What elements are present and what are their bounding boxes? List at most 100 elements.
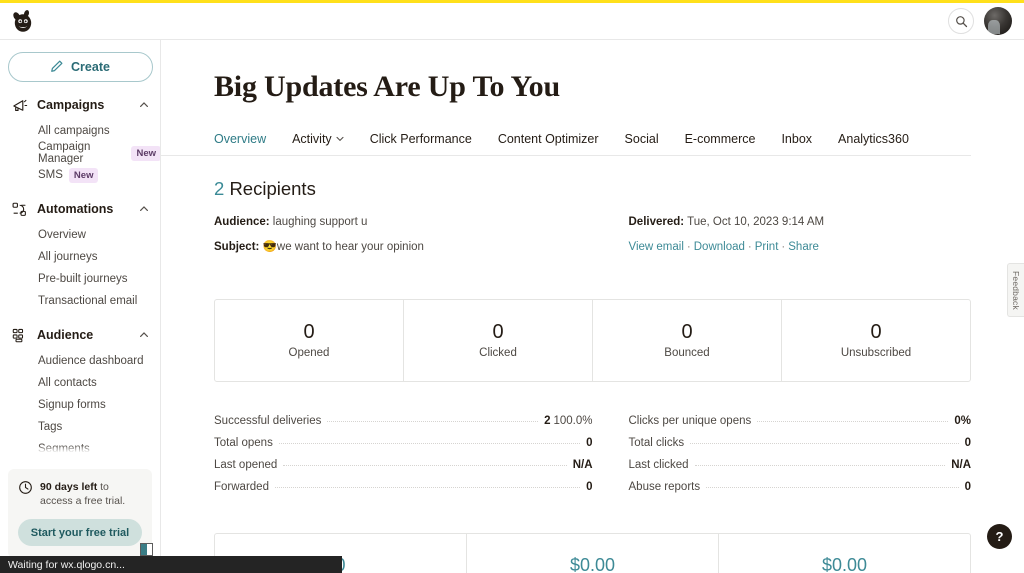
tab-content-optimizer[interactable]: Content Optimizer: [498, 132, 599, 155]
metric-row: Clicks per unique opens 0%: [629, 415, 972, 437]
stat-box-clicked[interactable]: 0 Clicked: [404, 300, 593, 381]
tab-social[interactable]: Social: [625, 132, 659, 155]
audience-row: Audience: laughing support u: [214, 215, 593, 230]
stat-box-unsubscribed[interactable]: 0 Unsubscribed: [782, 300, 970, 381]
sidebar-item-label: Tags: [38, 421, 63, 433]
mailchimp-freddie-logo[interactable]: [8, 6, 38, 36]
header-actions: [948, 7, 1012, 35]
chevron-up-icon[interactable]: [139, 204, 149, 214]
share-link[interactable]: Share: [788, 241, 819, 253]
sidebar-group-campaigns[interactable]: Campaigns: [0, 90, 160, 120]
sidebar-group-audience[interactable]: Audience: [0, 320, 160, 350]
tab-label: Social: [624, 132, 659, 146]
leader-dots: [278, 443, 581, 444]
metric-suffix: 100.0%: [553, 415, 593, 427]
sidebar-group-automations[interactable]: Automations: [0, 194, 160, 224]
revenue-value: $0.00: [569, 555, 616, 573]
stat-label: Opened: [288, 347, 330, 359]
page-title: Big Updates Are Up To You: [214, 70, 560, 103]
question-mark-icon: ?: [995, 529, 1004, 544]
sidebar-item-overview[interactable]: Overview: [0, 224, 160, 246]
sidebar-group-label: Audience: [37, 328, 94, 342]
metric-row: Total clicks 0: [629, 437, 972, 459]
sidebar-item-label: Audience dashboard: [38, 355, 144, 367]
metric-label: Forwarded: [214, 481, 269, 493]
leader-dots: [706, 487, 959, 488]
new-badge: New: [68, 167, 99, 183]
revenue-box-total-revenue[interactable]: $0.00: [719, 534, 970, 573]
metric-value: N/A: [951, 459, 971, 471]
user-avatar[interactable]: [984, 7, 1012, 35]
campaign-meta-left: Audience: laughing support u Subject: 😎w…: [214, 215, 593, 265]
leader-dots: [690, 443, 959, 444]
sidebar-item-label: Transactional email: [38, 295, 138, 307]
chevron-up-icon[interactable]: [139, 100, 149, 110]
sidebar-item-label: Pre-built journeys: [38, 273, 128, 285]
stat-label: Unsubscribed: [840, 347, 912, 359]
stat-box-bounced[interactable]: 0 Bounced: [593, 300, 782, 381]
detailed-metrics: Successful deliveries 2 100.0% Total open…: [214, 415, 971, 503]
sidebar: Create Campaigns All campaigns Campaign …: [0, 40, 161, 573]
sidebar-item-all-journeys[interactable]: All journeys: [0, 246, 160, 268]
sidebar-item-label: All campaigns: [38, 125, 110, 137]
sidebar-item-transactional-email[interactable]: Transactional email: [0, 290, 160, 312]
sidebar-item-audience-dashboard[interactable]: Audience dashboard: [0, 350, 160, 372]
stat-box-opened[interactable]: 0 Opened: [215, 300, 404, 381]
summary-section: 2 Recipients Audience: laughing support …: [161, 178, 1024, 265]
sidebar-item-label: Overview: [38, 229, 86, 241]
revenue-box-average-order[interactable]: $0.00: [467, 534, 719, 573]
metric-row: Successful deliveries 2 100.0%: [214, 415, 593, 437]
view-email-link[interactable]: View email: [629, 241, 684, 253]
sidebar-item-all-campaigns[interactable]: All campaigns: [0, 120, 160, 142]
tab-label: Analytics360: [838, 132, 909, 146]
sidebar-item-campaign-manager[interactable]: Campaign Manager New: [0, 141, 160, 165]
tab-label: E-commerce: [684, 132, 756, 146]
tab-label: Click Performance: [369, 132, 472, 146]
recipients-count: 2: [214, 178, 225, 199]
sidebar-item-pre-built-journeys[interactable]: Pre-built journeys: [0, 268, 160, 290]
feedback-tab[interactable]: Feedback: [1007, 263, 1024, 317]
metric-value: 0: [964, 437, 971, 449]
metric-label: Successful deliveries: [214, 415, 322, 427]
link-separator: ·: [781, 241, 786, 253]
create-button[interactable]: Create: [8, 52, 153, 82]
sidebar-item-signup-forms[interactable]: Signup forms: [0, 394, 160, 416]
download-link[interactable]: Download: [694, 241, 745, 253]
tab-e-commerce[interactable]: E-commerce: [685, 132, 756, 155]
stat-label: Bounced: [664, 347, 710, 359]
sidebar-group-label: Automations: [37, 202, 114, 216]
metric-label: Total opens: [214, 437, 273, 449]
leader-dots: [327, 421, 539, 422]
delivered-label: Delivered:: [628, 216, 685, 228]
start-free-trial-label: Start your free trial: [30, 526, 130, 539]
sidebar-item-tags[interactable]: Tags: [0, 416, 160, 438]
metric-row: Last clicked N/A: [629, 459, 972, 481]
chevron-up-icon[interactable]: [139, 330, 149, 340]
metrics-column-left: Successful deliveries 2 100.0% Total open…: [214, 415, 593, 503]
tab-click-performance[interactable]: Click Performance: [370, 132, 472, 155]
print-link[interactable]: Print: [755, 241, 779, 253]
tab-analytics360[interactable]: Analytics360: [838, 132, 909, 155]
link-separator: ·: [686, 241, 691, 253]
start-free-trial-button[interactable]: Start your free trial: [18, 519, 142, 546]
tab-inbox[interactable]: Inbox: [781, 132, 812, 155]
sidebar-scroll-fade: [0, 445, 160, 455]
metric-label: Abuse reports: [628, 481, 701, 493]
metric-value: 0: [964, 481, 971, 493]
sidebar-item-sms[interactable]: SMS New: [0, 164, 160, 186]
recipients-heading: 2 Recipients: [214, 178, 971, 200]
tab-activity[interactable]: Activity: [292, 132, 344, 155]
recipients-label: Recipients: [229, 178, 316, 199]
leader-dots: [757, 421, 949, 422]
help-button[interactable]: ?: [987, 524, 1012, 549]
devtools-panel-toggle[interactable]: [140, 543, 153, 556]
stat-value: 0: [303, 321, 315, 343]
search-icon[interactable]: [948, 8, 974, 34]
tab-overview[interactable]: Overview: [214, 132, 266, 155]
sidebar-item-all-contacts[interactable]: All contacts: [0, 372, 160, 394]
tab-label: Activity: [292, 132, 332, 146]
app-header: [0, 3, 1024, 40]
sidebar-item-label: SMS: [38, 169, 63, 181]
tab-label: Inbox: [781, 132, 813, 146]
audience-label: Audience:: [214, 216, 270, 228]
